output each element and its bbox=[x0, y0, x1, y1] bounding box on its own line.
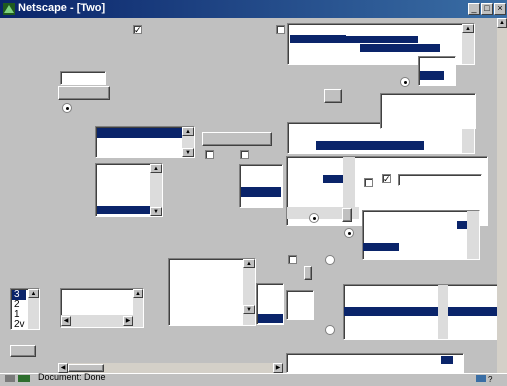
scroll-up-arrow-icon[interactable]: ▲ bbox=[150, 164, 162, 173]
push-button[interactable] bbox=[304, 266, 312, 280]
push-button[interactable] bbox=[324, 89, 342, 103]
textarea[interactable] bbox=[286, 353, 464, 373]
checkbox[interactable] bbox=[276, 25, 285, 34]
textarea[interactable]: ▲ ▼ bbox=[168, 258, 256, 326]
textarea[interactable] bbox=[343, 284, 507, 340]
checkbox[interactable]: ✓ bbox=[133, 25, 142, 35]
maximize-button[interactable]: □ bbox=[481, 3, 493, 15]
selected-row[interactable] bbox=[420, 71, 444, 80]
scroll-right-arrow-icon[interactable]: ▶ bbox=[273, 363, 283, 373]
scrollbar[interactable] bbox=[467, 211, 479, 259]
scrollbar[interactable] bbox=[438, 285, 448, 339]
listbox[interactable] bbox=[286, 290, 314, 320]
checkbox[interactable] bbox=[205, 150, 214, 159]
selected-row[interactable] bbox=[441, 356, 453, 364]
radio-button[interactable] bbox=[62, 103, 72, 113]
scroll-down-arrow-icon[interactable]: ▼ bbox=[243, 305, 255, 314]
scroll-left-arrow-icon[interactable]: ◀ bbox=[61, 316, 71, 326]
push-button[interactable] bbox=[58, 86, 110, 100]
radio-button[interactable] bbox=[309, 213, 319, 223]
scroll-up-arrow-icon[interactable]: ▲ bbox=[462, 24, 474, 33]
selected-row[interactable] bbox=[241, 187, 281, 197]
svg-text:?: ? bbox=[488, 375, 493, 383]
selected-row[interactable] bbox=[344, 307, 506, 316]
textarea[interactable]: ▲ ▼ bbox=[95, 163, 163, 217]
selected-row[interactable] bbox=[346, 36, 418, 43]
scroll-down-arrow-icon[interactable]: ▼ bbox=[150, 207, 162, 216]
radio-button[interactable] bbox=[325, 255, 335, 265]
listbox[interactable] bbox=[256, 283, 284, 325]
radio-button[interactable] bbox=[344, 228, 354, 238]
selected-row[interactable] bbox=[363, 243, 399, 251]
listbox[interactable]: ▲ ▼ bbox=[95, 126, 195, 158]
textarea[interactable] bbox=[362, 210, 480, 260]
selected-row[interactable] bbox=[258, 314, 283, 323]
document-area: ✓ ▲ ▼ ▲ ▼ 3 2 1 2v ▲ ▲ ◀ ▶ ▲ ▼ ✓ ▲ ▲ ◀ ▶ bbox=[0, 18, 507, 373]
text-field[interactable] bbox=[60, 71, 106, 85]
checkbox[interactable] bbox=[240, 150, 249, 159]
selected-row[interactable] bbox=[316, 141, 424, 150]
minimize-button[interactable]: _ bbox=[468, 3, 480, 15]
scroll-up-arrow-icon[interactable]: ▲ bbox=[28, 289, 39, 298]
push-button[interactable] bbox=[10, 345, 36, 357]
netscape-logo-icon bbox=[3, 3, 15, 15]
selected-row[interactable] bbox=[97, 206, 151, 214]
security-lock-icon bbox=[4, 374, 32, 383]
status-text: Document: Done bbox=[38, 372, 106, 382]
scroll-right-arrow-icon[interactable]: ▶ bbox=[123, 316, 133, 326]
selected-row[interactable] bbox=[360, 44, 440, 52]
scrollbar[interactable] bbox=[343, 157, 355, 207]
window-vertical-scrollbar[interactable] bbox=[497, 18, 507, 373]
status-bar: Document: Done ? bbox=[0, 372, 507, 384]
push-button[interactable] bbox=[202, 132, 272, 146]
selected-row[interactable] bbox=[290, 35, 346, 43]
close-button[interactable]: × bbox=[494, 3, 506, 15]
checkbox[interactable] bbox=[364, 178, 373, 187]
selected-row[interactable] bbox=[323, 175, 343, 183]
scroll-up-arrow-icon[interactable]: ▲ bbox=[497, 18, 507, 28]
scroll-up-arrow-icon[interactable]: ▲ bbox=[182, 127, 194, 136]
listbox[interactable] bbox=[239, 164, 283, 208]
scroll-up-arrow-icon[interactable]: ▲ bbox=[133, 289, 143, 298]
list-item[interactable]: 2v bbox=[14, 319, 25, 329]
checkbox[interactable] bbox=[288, 255, 297, 264]
text-field[interactable] bbox=[380, 93, 476, 129]
window-title: Netscape - [Two] bbox=[18, 2, 106, 14]
textarea[interactable]: ▲ ◀ ▶ bbox=[60, 288, 144, 328]
radio-button[interactable] bbox=[325, 325, 335, 335]
scrollbar[interactable] bbox=[243, 259, 255, 325]
scroll-down-arrow-icon[interactable]: ▼ bbox=[182, 148, 194, 157]
scrollbar-thumb[interactable] bbox=[68, 364, 104, 372]
scroll-up-arrow-icon[interactable]: ▲ bbox=[243, 259, 255, 268]
number-listbox[interactable]: 3 2 1 2v ▲ bbox=[10, 288, 40, 330]
radio-button[interactable] bbox=[400, 77, 410, 87]
title-bar: Netscape - [Two] _ □ × bbox=[0, 0, 507, 18]
text-field[interactable] bbox=[398, 174, 482, 186]
listbox[interactable] bbox=[418, 56, 456, 86]
checkbox[interactable]: ✓ bbox=[382, 174, 391, 184]
mail-icon[interactable]: ? bbox=[474, 374, 502, 384]
selected-row[interactable] bbox=[97, 128, 182, 138]
push-button[interactable] bbox=[342, 208, 352, 222]
